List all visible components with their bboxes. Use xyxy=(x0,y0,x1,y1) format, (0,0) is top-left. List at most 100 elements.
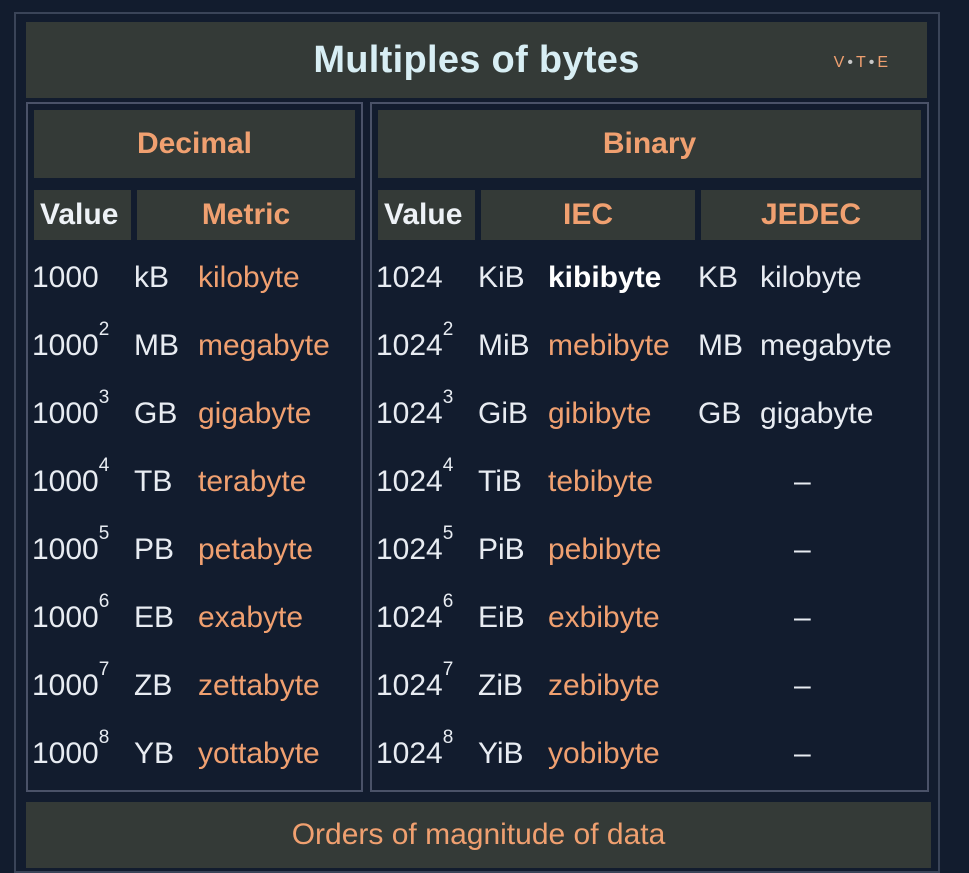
value-base: 1000 xyxy=(32,737,99,770)
value-cell: 10005 xyxy=(32,518,109,582)
unit-name-link[interactable]: megabyte xyxy=(198,314,330,378)
value-base: 1024 xyxy=(376,261,443,294)
value-exponent: 7 xyxy=(442,659,454,680)
jedec-dash: – xyxy=(794,465,811,498)
decimal-header[interactable]: Decimal xyxy=(34,110,355,178)
binary-header[interactable]: Binary xyxy=(378,110,921,178)
navbox: Multiples of bytes V • T • E Decimal Value M… xyxy=(14,12,940,873)
unit-name-link[interactable]: kilobyte xyxy=(198,246,300,310)
value-cell: 10248 xyxy=(376,722,453,786)
unit-name-link[interactable]: petabyte xyxy=(198,518,313,582)
value-base: 1024 xyxy=(376,397,443,430)
unit-symbol: MB xyxy=(134,329,179,362)
decimal-value-col-header: Value xyxy=(34,190,131,240)
iec-symbol: PiB xyxy=(478,533,525,566)
value-exponent: 3 xyxy=(442,387,454,408)
value-base: 1024 xyxy=(376,737,443,770)
binary-header-label: Binary xyxy=(602,127,697,160)
binary-value-header-label: Value xyxy=(384,198,463,231)
decimal-value-header-label: Value xyxy=(40,198,119,231)
value-cell: 1024 xyxy=(376,246,443,310)
iec-symbol: MiB xyxy=(478,329,530,362)
value-exponent: 7 xyxy=(98,659,110,680)
iec-header-label: IEC xyxy=(562,198,613,231)
value-exponent: 5 xyxy=(442,523,454,544)
table-row: 10247 ZiB zebibyte – xyxy=(376,654,923,718)
value-cell: 10245 xyxy=(376,518,453,582)
table-row: 10008 YB yottabyte xyxy=(32,722,357,786)
table-row: 10243 GiB gibibyte GB gigabyte xyxy=(376,382,923,446)
table-row: 1000 kB kilobyte xyxy=(32,246,357,310)
footer-link[interactable]: Orders of magnitude of data xyxy=(26,802,931,868)
value-exponent: 8 xyxy=(98,727,110,748)
jedec-name: kilobyte xyxy=(760,261,862,294)
metric-col-header[interactable]: Metric xyxy=(137,190,355,240)
value-exponent: 6 xyxy=(98,591,110,612)
value-cell: 10242 xyxy=(376,314,453,378)
unit-symbol: TB xyxy=(134,465,173,498)
table-row: 10007 ZB zettabyte xyxy=(32,654,357,718)
jedec-dash: – xyxy=(794,737,811,770)
jedec-symbol: MB xyxy=(698,329,743,362)
value-exponent: 2 xyxy=(98,319,110,340)
table-row: 10004 TB terabyte xyxy=(32,450,357,514)
value-exponent: 8 xyxy=(442,727,454,748)
unit-name-link[interactable]: gigabyte xyxy=(198,382,311,446)
edit-link[interactable]: E xyxy=(877,54,889,71)
jedec-symbol: GB xyxy=(698,397,742,430)
metric-header-label: Metric xyxy=(201,198,291,231)
binary-group: Binary Value IEC JEDEC 1024 KiB kibibyte KB… xyxy=(370,102,929,792)
jedec-col-header[interactable]: JEDEC xyxy=(701,190,921,240)
value-exponent: 5 xyxy=(98,523,110,544)
view-link[interactable]: V xyxy=(834,54,846,71)
table-row: 10245 PiB pebibyte – xyxy=(376,518,923,582)
table-row: 10246 EiB exbibyte – xyxy=(376,586,923,650)
unit-name-link[interactable]: yottabyte xyxy=(198,722,320,786)
vte-separator: • xyxy=(847,54,854,71)
iec-symbol: TiB xyxy=(478,465,522,498)
value-exponent: 4 xyxy=(442,455,454,476)
jedec-name: gigabyte xyxy=(760,397,874,430)
iec-symbol: EiB xyxy=(478,601,525,634)
table-row: 10006 EB exabyte xyxy=(32,586,357,650)
iec-name-link[interactable]: mebibyte xyxy=(548,314,670,378)
value-cell: 10003 xyxy=(32,382,109,446)
value-exponent: 6 xyxy=(442,591,454,612)
value-base: 1024 xyxy=(376,669,443,702)
unit-symbol: EB xyxy=(134,601,175,634)
unit-name-link[interactable]: zettabyte xyxy=(198,654,320,718)
table-row: 10005 PB petabyte xyxy=(32,518,357,582)
jedec-dash: – xyxy=(794,669,811,702)
value-cell: 10006 xyxy=(32,586,109,650)
value-base: 1000 xyxy=(32,601,99,634)
value-exponent: 2 xyxy=(442,319,454,340)
value-base: 1000 xyxy=(32,465,99,498)
jedec-symbol: KB xyxy=(698,261,739,294)
value-cell: 10246 xyxy=(376,586,453,650)
iec-symbol: KiB xyxy=(478,261,525,294)
page-title: Multiples of bytes xyxy=(313,38,640,81)
unit-symbol: ZB xyxy=(134,669,173,702)
iec-name-link[interactable]: tebibyte xyxy=(548,450,653,514)
unit-name-link[interactable]: exabyte xyxy=(198,586,303,650)
unit-name-link[interactable]: terabyte xyxy=(198,450,306,514)
value-base: 1024 xyxy=(376,465,443,498)
footer-label: Orders of magnitude of data xyxy=(291,818,666,851)
iec-col-header[interactable]: IEC xyxy=(481,190,695,240)
iec-name-link[interactable]: gibibyte xyxy=(548,382,651,446)
value-cell: 1000 xyxy=(32,246,99,310)
iec-symbol: YiB xyxy=(478,737,524,770)
iec-symbol: GiB xyxy=(478,397,529,430)
value-cell: 10244 xyxy=(376,450,453,514)
value-cell: 10008 xyxy=(32,722,109,786)
unit-symbol: kB xyxy=(134,261,170,294)
table-row: 10002 MB megabyte xyxy=(32,314,357,378)
talk-link[interactable]: T xyxy=(856,54,867,71)
iec-name-link[interactable]: pebibyte xyxy=(548,518,661,582)
iec-name-link[interactable]: exbibyte xyxy=(548,586,660,650)
iec-name-link[interactable]: zebibyte xyxy=(548,654,660,718)
iec-name-link[interactable]: yobibyte xyxy=(548,722,660,786)
value-base: 1024 xyxy=(376,329,443,362)
value-base: 1000 xyxy=(32,397,99,430)
value-cell: 10004 xyxy=(32,450,109,514)
